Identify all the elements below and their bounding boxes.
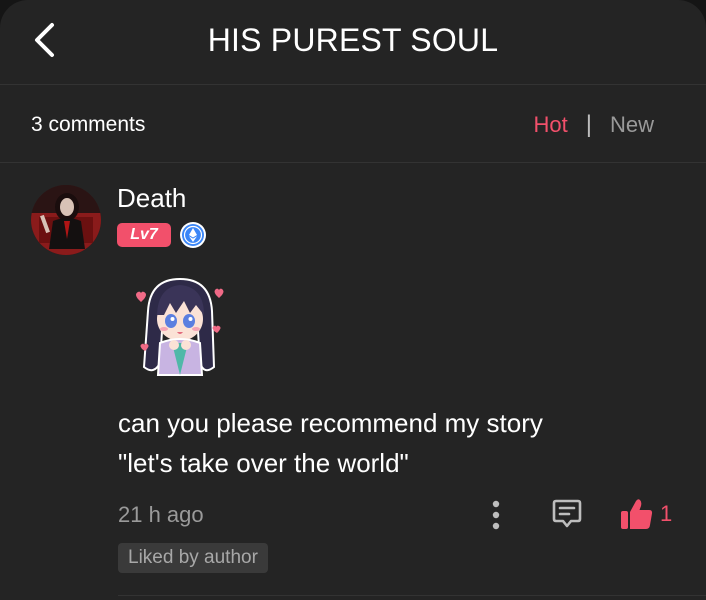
timestamp: 21 h ago [118,502,204,527]
sort-tabs: Hot | New [534,111,655,139]
sort-tab-new[interactable]: New [610,112,654,138]
divider [118,595,706,596]
sort-tab-hot[interactable]: Hot [534,112,568,138]
like-count: 1 [660,501,673,526]
avatar[interactable] [31,185,101,255]
thumbs-up-icon [621,499,653,529]
comment-item: Death Lv7 can you please recommend my st… [0,163,706,600]
liked-by-author-badge: Liked by author [118,543,268,573]
like-button[interactable]: 1 [620,497,672,531]
avatar-image [31,185,101,255]
sort-separator: | [585,111,592,138]
header: HIS PUREST SOUL [0,0,706,85]
comment-count: 3 comments [31,113,146,136]
comments-screen: HIS PUREST SOUL 3 comments Hot | New Dea… [0,0,706,600]
comment-text: can you please recommend my story "let's… [118,408,543,478]
comments-bar: 3 comments Hot | New [0,85,706,163]
page-title: HIS PUREST SOUL [207,22,499,58]
level-badge: Lv7 [117,223,171,247]
verified-badge-icon [180,222,206,248]
comment-icon[interactable] [551,497,583,531]
username[interactable]: Death [117,183,186,214]
more-vertical-icon[interactable] [484,497,508,533]
anime-girl-sticker [136,277,224,376]
